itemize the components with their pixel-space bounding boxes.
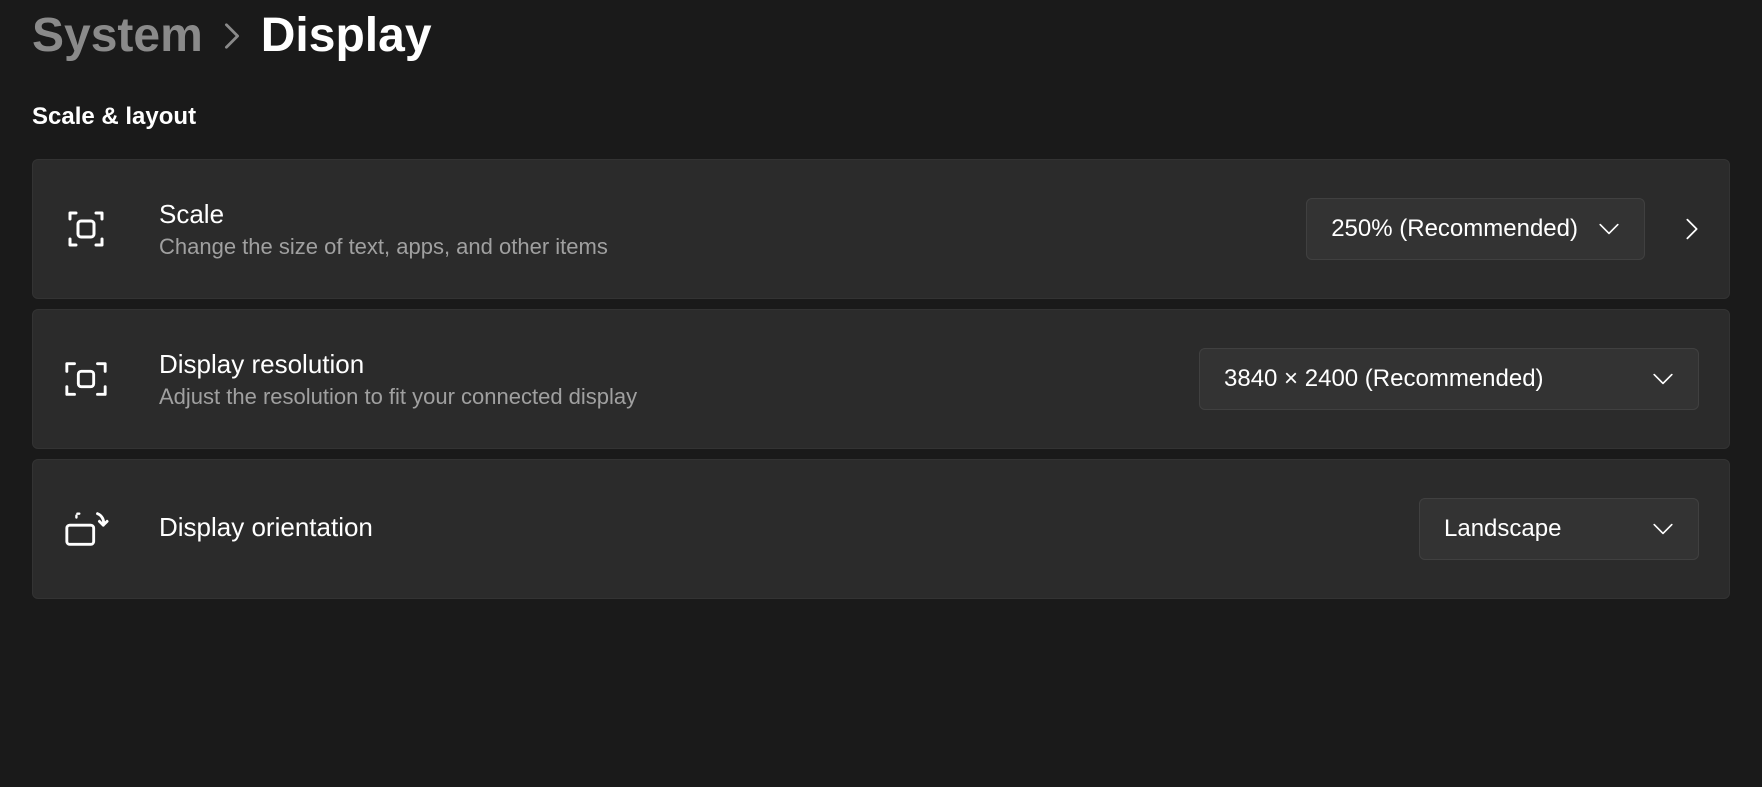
orientation-dropdown-value: Landscape	[1444, 515, 1561, 543]
resolution-setting-row[interactable]: Display resolution Adjust the resolution…	[32, 309, 1730, 449]
breadcrumb-current: Display	[261, 8, 432, 63]
scale-title: Scale	[159, 199, 1306, 230]
chevron-down-icon	[1652, 372, 1674, 386]
chevron-right-icon[interactable]	[1685, 217, 1699, 241]
chevron-down-icon	[1598, 222, 1620, 236]
orientation-setting-row[interactable]: Display orientation Landscape	[32, 459, 1730, 599]
resolution-description: Adjust the resolution to fit your connec…	[159, 384, 1199, 410]
orientation-title: Display orientation	[159, 512, 1419, 543]
orientation-text: Display orientation	[159, 512, 1419, 547]
resolution-icon	[63, 356, 109, 402]
chevron-down-icon	[1652, 522, 1674, 536]
scale-text: Scale Change the size of text, apps, and…	[159, 199, 1306, 260]
resolution-text: Display resolution Adjust the resolution…	[159, 349, 1199, 410]
orientation-icon	[63, 506, 109, 552]
section-header: Scale & layout	[32, 103, 1730, 131]
scale-description: Change the size of text, apps, and other…	[159, 234, 1306, 260]
scale-dropdown[interactable]: 250% (Recommended)	[1306, 198, 1645, 260]
resolution-dropdown[interactable]: 3840 × 2400 (Recommended)	[1199, 348, 1699, 410]
breadcrumb-parent[interactable]: System	[32, 8, 203, 63]
orientation-dropdown[interactable]: Landscape	[1419, 498, 1699, 560]
scale-dropdown-value: 250% (Recommended)	[1331, 215, 1578, 243]
breadcrumb: System Display	[32, 0, 1730, 103]
scale-icon	[63, 206, 109, 252]
scale-setting-row[interactable]: Scale Change the size of text, apps, and…	[32, 159, 1730, 299]
resolution-title: Display resolution	[159, 349, 1199, 380]
chevron-right-icon	[223, 22, 241, 50]
resolution-dropdown-value: 3840 × 2400 (Recommended)	[1224, 365, 1544, 393]
